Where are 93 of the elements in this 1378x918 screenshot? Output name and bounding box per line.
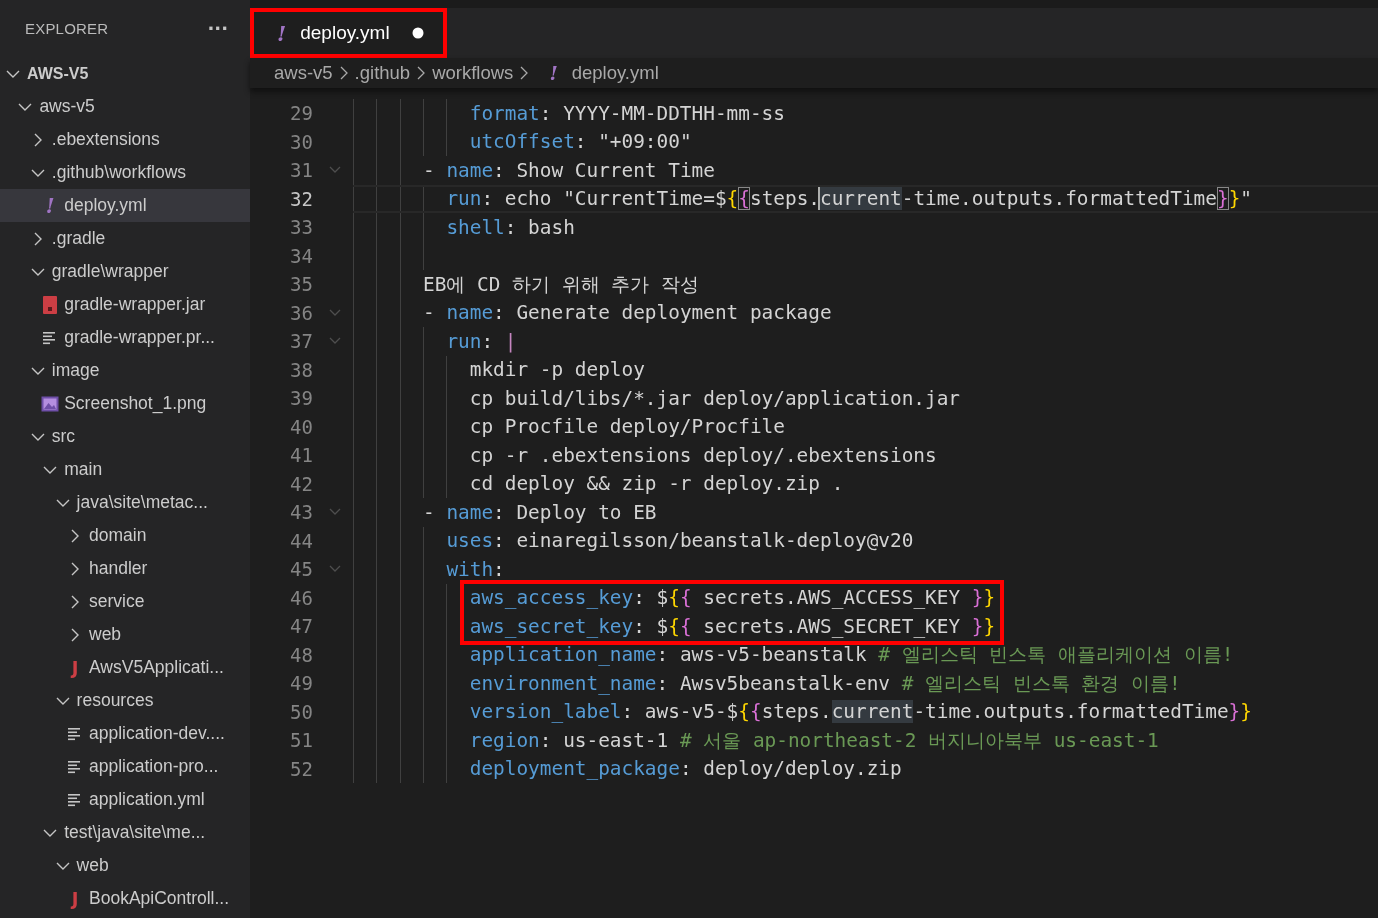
line-number: 34 bbox=[289, 244, 313, 267]
line-number: 52 bbox=[289, 757, 313, 780]
line-number: 44 bbox=[289, 529, 313, 552]
breadcrumb-item[interactable]: aws-v5 bbox=[274, 62, 333, 84]
code-line: cp build/libs/*.jar deploy/application.jar bbox=[469, 386, 961, 410]
text-lines-icon bbox=[68, 726, 82, 741]
line-number: 36 bbox=[289, 301, 313, 324]
chevron-right-icon bbox=[519, 65, 530, 81]
code-line: - name: Deploy to EB bbox=[423, 500, 657, 524]
line-number: 31 bbox=[289, 159, 313, 182]
code-line: shell: bash bbox=[446, 215, 575, 239]
tree-item[interactable]: J AwsV5Applicati... bbox=[0, 651, 250, 684]
line-number: 43 bbox=[289, 501, 313, 524]
line-number: 45 bbox=[289, 558, 313, 581]
code-line: version_label: aws-v5-${{steps.current-time.outputs.formattedTime}} bbox=[469, 700, 1252, 724]
code-line: application_name: aws-v5-beanstalk # 엘리스틱 빈스톡 애플리케이션 이름! bbox=[469, 642, 1234, 669]
code-line: run: | bbox=[446, 329, 517, 353]
line-number: 40 bbox=[289, 415, 313, 438]
code-line: run: echo "CurrentTime=${{steps.current-time.outputs.formattedTime}}" bbox=[446, 187, 1252, 211]
chevron-right-icon bbox=[416, 65, 427, 81]
tree-item[interactable]: gradle-wrapper.jar bbox=[0, 288, 250, 321]
text-lines-icon bbox=[68, 759, 82, 774]
code-line: mkdir -p deploy bbox=[469, 358, 645, 382]
tree-item[interactable]: application.yml bbox=[0, 783, 250, 816]
tree-item[interactable]: .github\workflows bbox=[0, 156, 250, 189]
line-number: 50 bbox=[289, 700, 313, 723]
more-actions-button[interactable]: ··· bbox=[201, 18, 234, 39]
code-line: EB에 CD 하기 위해 추가 작성 bbox=[423, 271, 700, 298]
tree-item[interactable]: gradle-wrapper.pr... bbox=[0, 321, 250, 354]
code-line: cp Procfile deploy/Procfile bbox=[469, 415, 785, 439]
tree-item[interactable]: aws-v5 bbox=[0, 90, 250, 123]
tree-item[interactable]: handler bbox=[0, 552, 250, 585]
code-line: cd deploy && zip -r deploy.zip . bbox=[469, 472, 844, 496]
line-number: 38 bbox=[289, 358, 313, 381]
tree-item[interactable]: application-pro... bbox=[0, 750, 250, 783]
code-line: environment_name: Awsv5beanstalk-env # 엘리스틱 빈스톡 환경 이름! bbox=[469, 670, 1181, 697]
panel-title: EXPLORER bbox=[25, 20, 109, 37]
breadcrumb-item[interactable]: .github bbox=[354, 62, 411, 84]
code-line: - name: Generate deployment package bbox=[423, 301, 832, 325]
tree-item[interactable]: test\java\site\me... bbox=[0, 816, 250, 849]
line-number: 51 bbox=[289, 729, 313, 752]
tree-item[interactable]: src bbox=[0, 420, 250, 453]
code-line: format: YYYY-MM-DDTHH-mm-ss bbox=[469, 101, 785, 125]
code-line: uses: einaregilsson/beanstalk-deploy@v20 bbox=[446, 529, 914, 553]
line-number: 48 bbox=[289, 643, 313, 666]
tree-item[interactable]: java\site\metac... bbox=[0, 486, 250, 519]
tree-item[interactable]: .ebextensions bbox=[0, 123, 250, 156]
archive-file-icon bbox=[43, 295, 58, 314]
line-number: 29 bbox=[289, 102, 313, 125]
exclamation-icon: ! bbox=[45, 195, 55, 216]
line-number: 49 bbox=[289, 672, 313, 695]
tree-item[interactable]: AWS-V5 bbox=[0, 57, 250, 90]
line-number: 35 bbox=[289, 273, 313, 296]
code-line: aws_access_key: ${{ secrets.AWS_ACCESS_KEY }} bbox=[469, 586, 996, 610]
tree-item[interactable]: gradle\wrapper bbox=[0, 255, 250, 288]
line-number: 32 bbox=[289, 187, 313, 210]
code-line: aws_secret_key: ${{ secrets.AWS_SECRET_KEY }} bbox=[469, 614, 996, 638]
tree-item[interactable]: web bbox=[0, 849, 250, 882]
line-number: 39 bbox=[289, 387, 313, 410]
text-lines-icon bbox=[43, 330, 58, 345]
tree-item[interactable]: service bbox=[0, 585, 250, 618]
tree-item[interactable]: .gradle bbox=[0, 222, 250, 255]
breadcrumb-item[interactable]: workflows bbox=[432, 62, 514, 84]
chevron-right-icon bbox=[338, 65, 349, 81]
line-number: 33 bbox=[289, 216, 313, 239]
line-number: 46 bbox=[289, 586, 313, 609]
editor-tab[interactable]: ! deploy.yml bbox=[254, 12, 443, 54]
tree-item[interactable]: main bbox=[0, 453, 250, 486]
tree-item[interactable]: ! deploy.yml bbox=[0, 189, 250, 222]
code-line: - name: Show Current Time bbox=[423, 158, 715, 182]
code-line: deployment_package: deploy/deploy.zip bbox=[469, 757, 902, 781]
line-number: 41 bbox=[289, 444, 313, 467]
tree-item[interactable]: image bbox=[0, 354, 250, 387]
tree-item[interactable]: Screenshot_1.png bbox=[0, 387, 250, 420]
line-number: 30 bbox=[289, 130, 313, 153]
line-number: 37 bbox=[289, 330, 313, 353]
letter-j-icon: J bbox=[71, 658, 79, 677]
code-line: region: us-east-1 # 서울 ap-northeast-2 버지니아북부 us-east-1 bbox=[469, 727, 1159, 754]
tree-item[interactable]: J BookApiControll... bbox=[0, 882, 250, 915]
image-file-icon bbox=[41, 395, 60, 412]
exclamation-icon: ! bbox=[277, 22, 287, 44]
tree-item[interactable]: domain bbox=[0, 519, 250, 552]
breadcrumb-item[interactable]: ! deploy.yml bbox=[535, 62, 659, 84]
letter-j-icon: J bbox=[71, 889, 79, 908]
tree-item[interactable]: application-dev.... bbox=[0, 717, 250, 750]
line-number: 47 bbox=[289, 615, 313, 638]
text-lines-icon bbox=[68, 792, 82, 807]
code-line: with: bbox=[446, 557, 505, 581]
code-line: utcOffset: "+09:00" bbox=[469, 130, 692, 154]
line-number: 42 bbox=[289, 472, 313, 495]
code-line: cp -r .ebextensions deploy/.ebextensions bbox=[469, 443, 937, 467]
tree-item[interactable]: web bbox=[0, 618, 250, 651]
tree-item[interactable]: resources bbox=[0, 684, 250, 717]
